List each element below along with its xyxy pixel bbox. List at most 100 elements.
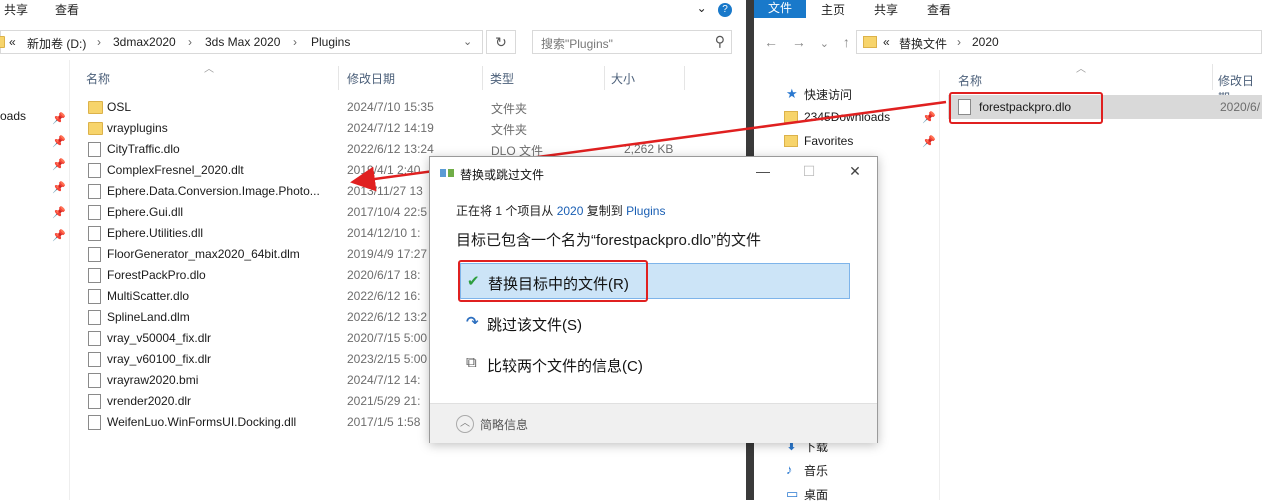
file-date: 2021/5/29 21: — [347, 394, 421, 408]
column-name[interactable]: 名称 — [958, 72, 982, 89]
file-row[interactable]: vrayplugins 2024/7/12 14:19 文件夹 — [84, 118, 704, 139]
breadcrumb-3dmax2020[interactable]: 3dmax2020 — [113, 35, 176, 49]
collapse-chevron-icon[interactable]: ︿ — [456, 415, 474, 433]
chevron-right-icon[interactable]: › — [97, 35, 101, 49]
fewer-details-link[interactable]: 简略信息 — [480, 416, 528, 433]
breadcrumb-plugins[interactable]: Plugins — [311, 35, 350, 49]
breadcrumb-3dsmax[interactable]: 3ds Max 2020 — [205, 35, 280, 49]
forward-arrow-icon[interactable]: → — [792, 34, 806, 50]
chevron-down-icon[interactable]: ⌄ — [463, 35, 472, 48]
column-date[interactable]: 修改日期 — [347, 70, 395, 87]
pin-icon: 📌 — [52, 113, 66, 125]
nav-item[interactable]: ★ 快速访问 — [780, 82, 940, 104]
folder-icon — [0, 36, 5, 48]
file-icon — [88, 268, 101, 283]
column-size[interactable]: 大小 — [611, 70, 635, 87]
search-icon[interactable]: ⚲ — [715, 33, 725, 50]
compare-files-icon: ⧉ — [466, 354, 477, 371]
file-icon — [88, 352, 101, 367]
file-date: 2019/4/1 2:40 — [347, 163, 421, 177]
maximize-button: ☐ — [802, 163, 816, 179]
chevron-right-icon[interactable]: › — [293, 35, 297, 49]
nav-item-label: Favorites — [804, 134, 854, 148]
breadcrumb-2020[interactable]: 2020 — [972, 35, 999, 49]
file-date: 2020/6/17 18: — [347, 268, 421, 282]
folder-icon — [784, 111, 798, 123]
annotation-highlight-box — [458, 260, 648, 302]
nav-item[interactable]: Favorites 📌 — [780, 130, 940, 152]
breadcrumb-replace-folder[interactable]: 替换文件 — [899, 35, 947, 52]
back-arrow-icon[interactable]: ← — [764, 34, 778, 50]
breadcrumb-drive[interactable]: 新加卷 (D:) — [27, 35, 86, 52]
tab-home[interactable]: 主页 — [821, 1, 845, 18]
file-size: 2,262 KB — [624, 142, 674, 156]
file-icon — [88, 289, 101, 304]
file-date: 2022/6/12 16: — [347, 289, 421, 303]
dialog-title: 替换或跳过文件 — [460, 168, 545, 182]
folder-icon — [88, 122, 103, 135]
sort-ascending-icon: ︿ — [204, 64, 214, 75]
address-bar[interactable]: « 替换文件 › 2020 — [856, 30, 1262, 54]
file-name: SplineLand.dlm — [107, 310, 190, 324]
file-date: 2017/1/5 1:58 — [347, 415, 421, 429]
skip-file-option[interactable]: ↷ 跳过该文件(S) — [460, 305, 850, 341]
file-icon — [88, 184, 101, 199]
tab-file[interactable]: 文件 — [754, 0, 806, 18]
file-icon — [88, 226, 101, 241]
file-name: Ephere.Utilities.dll — [107, 226, 204, 240]
chevron-right-icon[interactable]: › — [188, 35, 192, 49]
address-bar[interactable]: « 新加卷 (D:) › 3dmax2020 › 3ds Max 2020 › … — [0, 30, 483, 54]
nav-item[interactable]: ▭ 桌面 — [780, 482, 940, 504]
skip-arrow-icon: ↷ — [466, 314, 479, 331]
nav-item-downloads[interactable]: oads — [0, 109, 26, 123]
star-icon: ★ — [786, 86, 798, 101]
menu-share[interactable]: 共享 — [4, 1, 28, 18]
column-type[interactable]: 类型 — [490, 70, 514, 87]
chevron-down-icon[interactable]: ⌄ — [820, 38, 829, 50]
copy-progress-text: 正在将 1 个项目从 2020 复制到 Plugins — [456, 202, 665, 219]
destination-folder-link[interactable]: Plugins — [626, 204, 665, 218]
tab-share[interactable]: 共享 — [874, 1, 898, 18]
file-icon — [88, 373, 101, 388]
skip-option-label: 跳过该文件(S) — [487, 317, 582, 334]
column-headers: ︿ 名称 修改日期 类型 大小 — [84, 62, 744, 92]
menu-bar: 共享 查看 ⌄ ? — [0, 0, 746, 18]
file-date: 2022/6/12 13:24 — [347, 142, 434, 156]
minimize-button[interactable]: — — [748, 163, 778, 179]
nav-item[interactable]: 2345Downloads 📌 — [780, 106, 940, 128]
refresh-button[interactable]: ↻ — [486, 30, 516, 54]
file-icon — [88, 142, 101, 157]
search-input[interactable]: 搜索"Plugins" ⚲ — [532, 30, 732, 54]
nav-item-label: 音乐 — [804, 464, 829, 478]
chevron-down-icon[interactable]: ⌄ — [697, 1, 707, 15]
tab-view[interactable]: 查看 — [927, 1, 951, 18]
file-name: vrayraw2020.bmi — [107, 373, 199, 387]
source-folder-link[interactable]: 2020 — [557, 204, 584, 218]
breadcrumb-overflow[interactable]: « — [883, 35, 890, 49]
compare-files-option[interactable]: ⧉ 比较两个文件的信息(C) — [460, 346, 850, 382]
column-name[interactable]: 名称 — [86, 70, 110, 87]
file-row[interactable]: OSL 2024/7/10 15:35 文件夹 — [84, 97, 704, 118]
menu-view[interactable]: 查看 — [55, 1, 79, 18]
file-date: 2024/7/10 15:35 — [347, 100, 434, 114]
file-icon — [88, 247, 101, 262]
window-controls: ⌄ ? — [697, 1, 732, 17]
dialog-titlebar: 替换或跳过文件 — ☐ ✕ — [430, 157, 877, 189]
chevron-right-icon[interactable]: › — [957, 35, 961, 49]
file-icon — [88, 394, 101, 409]
file-date: 2024/7/12 14: — [347, 373, 421, 387]
file-date: 2023/2/15 5:00 — [347, 352, 428, 366]
help-icon[interactable]: ? — [718, 3, 732, 17]
file-date: 2024/7/12 14:19 — [347, 121, 434, 135]
nav-item[interactable]: ♪ 音乐 — [780, 458, 940, 480]
dialog-footer: ︿ 简略信息 — [430, 403, 877, 443]
breadcrumb-overflow[interactable]: « — [9, 35, 16, 49]
file-name: vray_v60100_fix.dlr — [107, 352, 212, 366]
file-name: Ephere.Gui.dll — [107, 205, 184, 219]
navigation-buttons: ← → ⌄ ↑ — [764, 34, 860, 50]
file-date: 2020/7/15 5:00 — [347, 331, 428, 345]
up-arrow-icon[interactable]: ↑ — [843, 34, 850, 50]
nav-item-label: 2345Downloads — [804, 110, 891, 124]
close-button[interactable]: ✕ — [840, 163, 870, 180]
nav-item-label: 快速访问 — [804, 88, 853, 102]
